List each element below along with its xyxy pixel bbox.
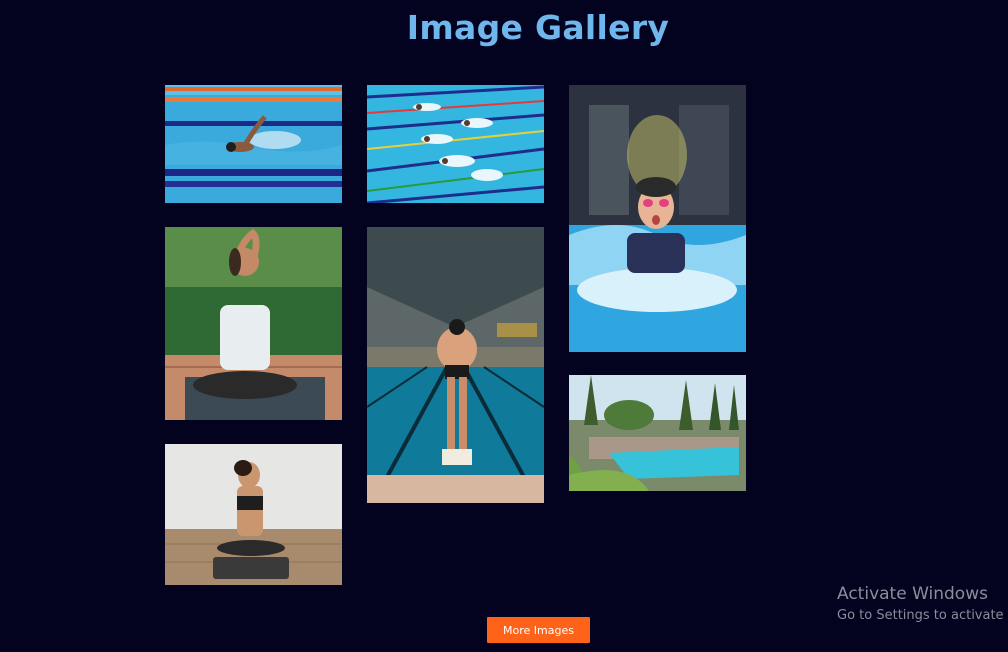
gallery-image-yoga-outdoors[interactable] (165, 227, 342, 420)
gallery-image-swimmers-racing[interactable] (367, 85, 544, 203)
gallery-image-child-splashing[interactable] (569, 85, 746, 352)
gallery-image-swimmer-freestyle[interactable] (165, 85, 342, 203)
page: Image Gallery More Images Activate Windo… (0, 0, 1008, 652)
watermark-subtitle: Go to Settings to activate (837, 608, 1004, 623)
gallery-image-swimmer-starting-block[interactable] (367, 227, 544, 503)
gallery-image-seated-meditation[interactable] (165, 444, 342, 585)
page-title: Image Gallery (406, 8, 670, 47)
gallery-image-outdoor-pool[interactable] (569, 375, 746, 491)
watermark-title: Activate Windows (837, 584, 988, 604)
activate-windows-watermark: Activate Windows Go to Settings to activ… (837, 584, 1004, 623)
more-images-button[interactable]: More Images (487, 617, 590, 643)
